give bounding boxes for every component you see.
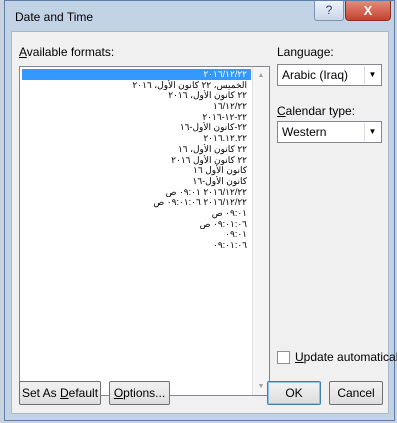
chevron-down-icon[interactable]: ▼ xyxy=(364,66,380,84)
format-list-item[interactable]: ٠٩:٠١ xyxy=(22,229,251,240)
date-time-dialog: Date and Time ? X Available formats: ٢٠١… xyxy=(4,0,397,421)
calendar-type-select[interactable]: Western ▼ xyxy=(277,121,382,143)
language-select[interactable]: Arabic (Iraq) ▼ xyxy=(277,64,382,86)
help-button[interactable]: ? xyxy=(314,1,344,21)
chevron-down-icon[interactable]: ▼ xyxy=(364,123,380,141)
format-list-item[interactable]: ٢٢ كانون الأول، ٢٠١٦ xyxy=(22,90,251,101)
available-formats-list[interactable]: ٢٠١٦/١٢/٢٢ الخميس، ٢٢ كانون الأول، ٢٠١٦ ٢٢… xyxy=(19,66,270,396)
cancel-button[interactable]: Cancel xyxy=(329,381,383,405)
format-items: ٢٠١٦/١٢/٢٢ الخميس، ٢٢ كانون الأول، ٢٠١٦ ٢٢… xyxy=(22,69,251,251)
format-list-item[interactable]: الخميس، ٢٢ كانون الأول، ٢٠١٦ xyxy=(22,80,251,91)
format-list-item[interactable]: ٢٢-كانون الأول-١٦ xyxy=(22,122,251,133)
available-formats-label: Available formats: xyxy=(19,45,115,59)
language-label: Language: xyxy=(277,45,334,59)
format-list-item[interactable]: ٢٢ كانون الأول ٢٠١٦ xyxy=(22,155,251,166)
format-list-item[interactable]: ٠٩:٠١:٠٦ xyxy=(22,240,251,251)
format-list-item[interactable]: ٠٩:٠١:٠٦ ص xyxy=(22,219,251,230)
format-list-item[interactable]: ٢٠١٦/١٢/٢٢ ٠٩:٠١:٠٦ ص xyxy=(22,197,251,208)
calendar-type-label: Calendar type: xyxy=(277,104,356,118)
update-automatically-label[interactable]: Update automatically xyxy=(295,350,397,364)
options-button[interactable]: Options... xyxy=(109,381,170,405)
format-list-item[interactable]: ٢٠١٦/١٢/٢٢ ٠٩:٠١ ص xyxy=(22,187,251,198)
format-list-item[interactable]: ٢٢-١٢-٢٠١٦ xyxy=(22,112,251,123)
format-list-item[interactable]: ٢٢ كانون الأول، ١٦ xyxy=(22,144,251,155)
ok-button[interactable]: OK xyxy=(267,381,321,405)
close-button[interactable]: X xyxy=(345,1,391,21)
scroll-up-icon[interactable]: ▲ xyxy=(253,67,269,84)
format-list-item[interactable]: ٠٩:٠١ ص xyxy=(22,208,251,219)
language-value: Arabic (Iraq) xyxy=(282,68,349,82)
set-as-default-button[interactable]: Set As Default xyxy=(19,381,101,405)
format-list-item[interactable]: ١٦/١٢/٢٢ xyxy=(22,101,251,112)
format-list-item[interactable]: ٢٠١٦/١٢/٢٢ xyxy=(22,69,251,80)
update-automatically-checkbox[interactable] xyxy=(277,351,290,364)
format-list-item[interactable]: ٢٠١٦.١٢.٢٢ xyxy=(22,133,251,144)
format-list-item[interactable]: كانون الأول ١٦ xyxy=(22,165,251,176)
format-list-item[interactable]: كانون الأول-١٦ xyxy=(22,176,251,187)
title-bar[interactable]: Date and Time ? X xyxy=(5,1,394,31)
dialog-title: Date and Time xyxy=(15,10,94,24)
calendar-type-value: Western xyxy=(282,125,327,139)
list-scrollbar[interactable]: ▲ ▼ xyxy=(252,67,269,395)
dialog-client-area: Available formats: ٢٠١٦/١٢/٢٢ الخميس، ٢٢ … xyxy=(11,31,397,414)
